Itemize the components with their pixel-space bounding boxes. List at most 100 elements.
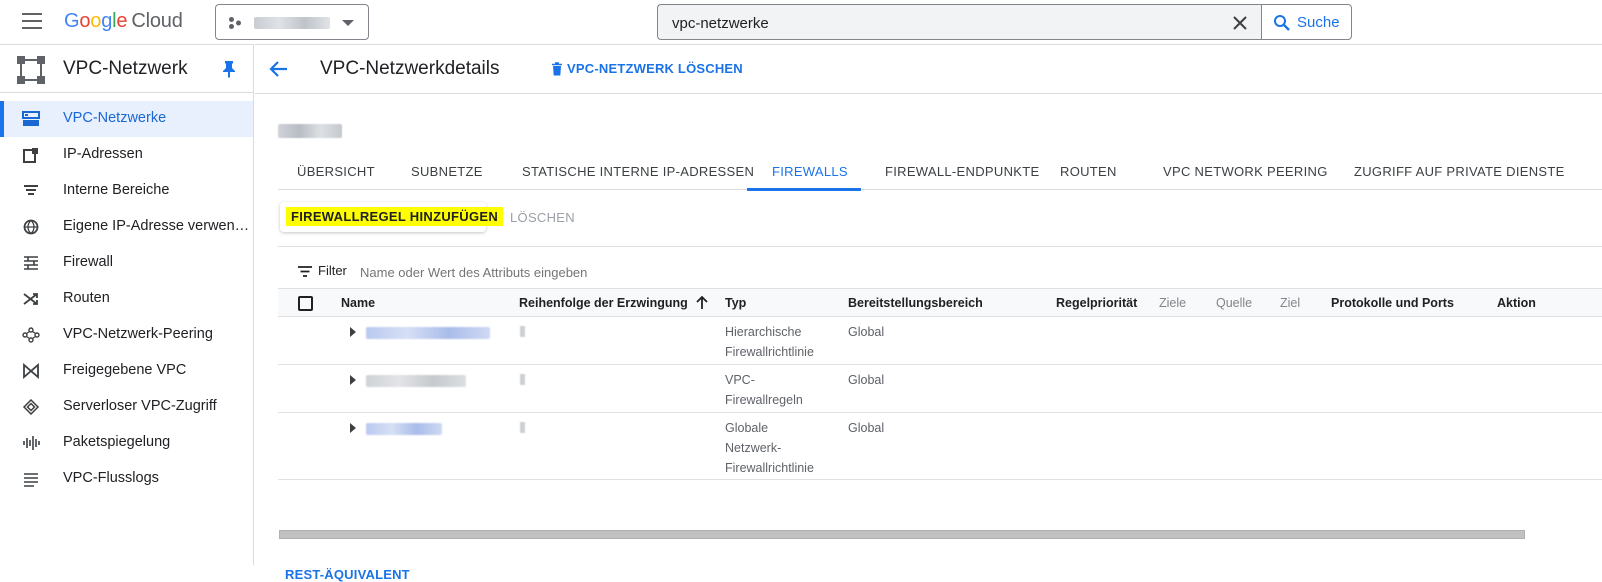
side-navigation: VPC-Netzwerk VPC-Netzwerke IP-Adressen I… [0, 44, 254, 565]
chevron-down-icon [342, 20, 354, 26]
tab-statische-ip[interactable]: STATISCHE INTERNE IP-ADRESSEN [502, 150, 754, 190]
routes-icon [23, 293, 38, 305]
table-row: VPC-Firewallregeln Global [278, 365, 1602, 413]
page-header: VPC-Netzwerkdetails VPC-NETZWERK LÖSCHEN [255, 44, 1602, 94]
column-protokolle-ports: Protokolle und Ports [1331, 296, 1454, 310]
project-picker[interactable] [215, 4, 369, 40]
sidebar-item-ip-adressen[interactable]: IP-Adressen [0, 137, 253, 173]
table-header: Name Reihenfolge der Erzwingung Typ Bere… [278, 288, 1602, 317]
sidebar-item-serverloser-vpc[interactable]: Serverloser VPC-Zugriff [0, 389, 253, 425]
pin-icon[interactable] [222, 60, 236, 78]
column-reihenfolge-label: Reihenfolge der Erzwingung [519, 296, 688, 310]
sidebar-item-eigene-ip[interactable]: Eigene IP-Adresse verwen… [0, 209, 253, 245]
sidebar-item-label: Interne Bereiche [63, 182, 170, 198]
sort-ascending-icon[interactable] [696, 296, 708, 309]
filter-input[interactable] [360, 262, 860, 282]
filter-label: Filter [318, 263, 347, 278]
sidebar-item-interne-bereiche[interactable]: Interne Bereiche [0, 173, 253, 209]
sidebar-item-firewall[interactable]: Firewall [0, 245, 253, 281]
search-box [657, 4, 1261, 40]
select-all-checkbox[interactable] [298, 296, 313, 311]
type-cell: Hierarchische Firewallrichtlinie [725, 325, 814, 359]
column-aktion: Aktion [1497, 296, 1536, 310]
sidebar-item-label: Eigene IP-Adresse verwen… [63, 218, 250, 234]
nav-list: VPC-Netzwerke IP-Adressen Interne Bereic… [0, 93, 253, 497]
close-icon[interactable] [1231, 14, 1249, 32]
rest-equivalent-link[interactable]: REST-ÄQUIVALENT [285, 567, 410, 582]
vpc-product-icon [17, 56, 45, 84]
globe-icon [23, 219, 39, 235]
expand-row-icon[interactable] [350, 423, 356, 433]
main-menu-icon[interactable] [22, 13, 42, 29]
divider [278, 246, 1602, 247]
peering-icon [22, 327, 40, 343]
vpc-networks-icon [22, 111, 40, 126]
main-content: VPC-Netzwerkdetails VPC-NETZWERK LÖSCHEN… [255, 44, 1602, 582]
network-name-redacted [278, 124, 342, 138]
type-cell: Globale Netzwerk-Firewallrichtlinie [725, 421, 814, 475]
column-ziele: Ziele [1159, 296, 1187, 310]
tab-routen[interactable]: ROUTEN [1035, 150, 1135, 190]
google-cloud-logo[interactable]: Google Cloud [64, 10, 183, 33]
scope-cell: Global [848, 421, 885, 435]
expand-row-icon[interactable] [350, 375, 356, 385]
project-name-redacted [254, 17, 330, 29]
add-firewall-rule-label: FIREWALLREGEL HINZUFÜGEN [286, 207, 504, 226]
sidebar-item-label: Serverloser VPC-Zugriff [63, 398, 217, 414]
internal-ranges-icon [24, 185, 38, 195]
sidebar-item-label: Firewall [63, 254, 113, 270]
search-input[interactable] [672, 13, 1192, 33]
type-cell: VPC-Firewallregeln [725, 373, 803, 407]
column-ziel: Ziel [1280, 296, 1301, 310]
sidebar-item-label: Paketspiegelung [63, 434, 171, 450]
column-bereitstellungsbereich[interactable]: Bereitstellungsbereich [848, 296, 983, 310]
sidebar-item-routen[interactable]: Routen [0, 281, 253, 317]
scope-cell: Global [848, 373, 885, 387]
tab-bar: ÜBERSICHT SUBNETZE STATISCHE INTERNE IP-… [278, 150, 1602, 191]
product-title: VPC-Netzwerk [63, 58, 188, 79]
sidebar-item-label: VPC-Flusslogs [63, 470, 159, 486]
top-bar: GoogleCloud Suche [0, 0, 1602, 44]
tab-subnetze[interactable]: SUBNETZE [394, 150, 502, 190]
sidebar-item-label: Routen [63, 290, 110, 306]
policy-name-link-redacted[interactable] [366, 327, 490, 339]
tab-firewalls[interactable]: FIREWALLS [747, 150, 861, 191]
table-row: Globale Netzwerk-Firewallrichtlinie Glob… [278, 413, 1602, 480]
back-arrow-icon[interactable] [269, 59, 289, 79]
sidebar-item-vpc-peering[interactable]: VPC-Netzwerk-Peering [0, 317, 253, 353]
tab-uebersicht[interactable]: ÜBERSICHT [278, 150, 394, 190]
sidebar-item-paketspiegelung[interactable]: Paketspiegelung [0, 425, 253, 461]
column-typ[interactable]: Typ [725, 296, 746, 310]
filter-icon [298, 266, 312, 277]
search-button[interactable]: Suche [1261, 4, 1352, 40]
serverless-icon [22, 399, 40, 415]
policy-name-link-redacted[interactable] [366, 423, 442, 435]
sidebar-item-vpc-netzwerke[interactable]: VPC-Netzwerke [0, 101, 253, 137]
product-header: VPC-Netzwerk [0, 44, 253, 93]
delete-button[interactable]: LÖSCHEN [510, 210, 575, 225]
order-value-redacted [520, 422, 525, 433]
expand-row-icon[interactable] [350, 327, 356, 337]
search-button-label: Suche [1297, 14, 1340, 31]
sidebar-item-vpc-flusslogs[interactable]: VPC-Flusslogs [0, 461, 253, 497]
tab-vpc-network-peering[interactable]: VPC NETWORK PEERING [1135, 150, 1327, 190]
column-name[interactable]: Name [341, 296, 375, 310]
column-reihenfolge[interactable]: Reihenfolge der Erzwingung [519, 296, 708, 310]
search-icon [1274, 15, 1290, 31]
trash-icon [552, 62, 562, 76]
scope-cell: Global [848, 325, 885, 339]
column-regelprioritaet[interactable]: Regelpriorität [1056, 296, 1137, 310]
page-title: VPC-Netzwerkdetails [320, 58, 500, 79]
sidebar-item-freigegebene-vpc[interactable]: Freigegebene VPC [0, 353, 253, 389]
sidebar-item-label: Freigegebene VPC [63, 362, 187, 378]
ip-address-icon [23, 148, 38, 163]
tab-private-dienste[interactable]: ZUGRIFF AUF PRIVATE DIENSTE [1325, 150, 1565, 190]
delete-network-button[interactable]: VPC-NETZWERK LÖSCHEN [551, 61, 743, 76]
firewall-icon [24, 256, 38, 270]
sidebar-item-label: IP-Adressen [63, 146, 143, 162]
add-firewall-rule-button[interactable]: FIREWALLREGEL HINZUFÜGEN [280, 202, 504, 232]
horizontal-scrollbar[interactable] [279, 530, 1525, 539]
flow-logs-icon [24, 473, 38, 487]
tab-firewall-endpunkte[interactable]: FIREWALL-ENDPUNKTE [861, 150, 1039, 190]
sidebar-item-label: VPC-Netzwerke [63, 110, 167, 126]
